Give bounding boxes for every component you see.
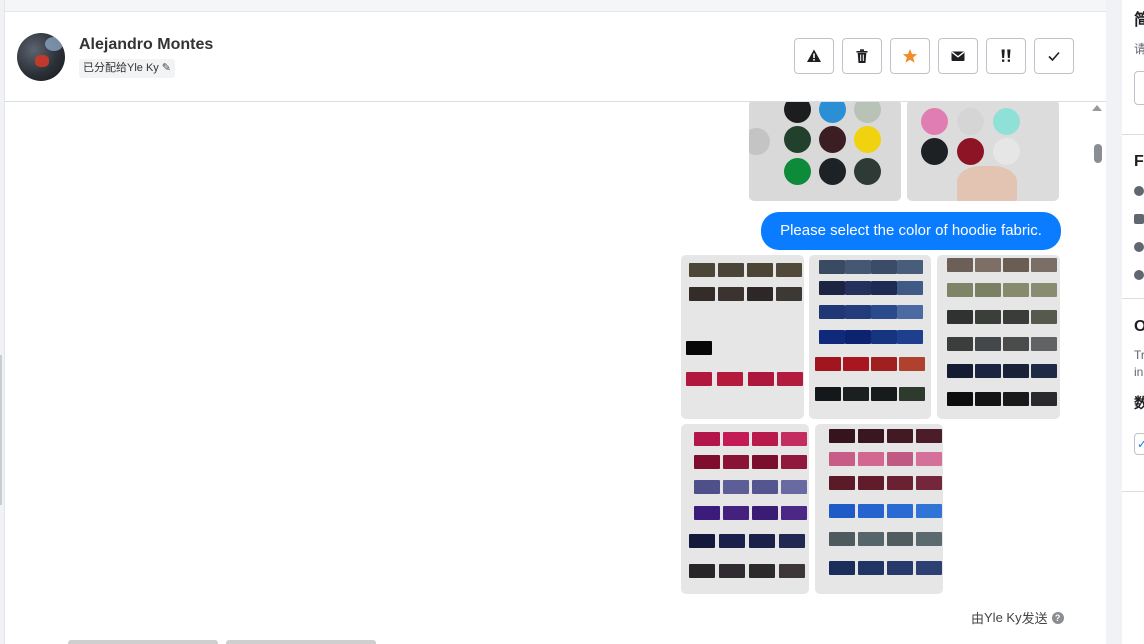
contact-name[interactable]: Alejandro Montes xyxy=(79,36,213,54)
scrollbar-thumb[interactable] xyxy=(1094,144,1102,163)
location-icon xyxy=(1134,242,1144,252)
app-window: Alejandro Montes 已分配给Yle Ky ✎ Please sel… xyxy=(0,0,1144,644)
panel-text-line: in xyxy=(1134,365,1144,379)
check-icon xyxy=(1048,51,1060,62)
panel-separator xyxy=(1122,298,1144,299)
star-icon xyxy=(902,49,918,63)
fabric-swatch-photo[interactable] xyxy=(815,424,943,594)
panel-separator xyxy=(1122,134,1144,135)
assigned-label: 已分配给Yle Ky xyxy=(83,62,159,74)
panel-heading: 简 xyxy=(1134,12,1144,29)
details-panel: 简 请 F O Tr in 数 ✓ xyxy=(1122,0,1144,644)
panel-section-title: F xyxy=(1134,153,1144,170)
fabric-circle-photo[interactable] xyxy=(907,102,1059,201)
panel-input[interactable] xyxy=(1134,71,1144,105)
fabric-swatch-photo[interactable] xyxy=(809,255,931,419)
assigned-badge[interactable]: 已分配给Yle Ky ✎ xyxy=(79,59,176,78)
sent-by-prefix: 由 xyxy=(971,611,985,626)
next-photo-preview[interactable] xyxy=(68,640,218,644)
scroll-up-arrow[interactable] xyxy=(1092,105,1102,111)
avatar[interactable] xyxy=(17,33,65,81)
envelope-icon xyxy=(951,51,965,61)
panel-separator xyxy=(1122,491,1144,492)
priority-button[interactable] xyxy=(986,38,1026,74)
avatar-detail xyxy=(45,37,63,51)
panel-dropdown[interactable]: ✓ xyxy=(1134,433,1144,455)
warning-icon xyxy=(807,49,821,62)
top-band xyxy=(5,0,1106,12)
location-icon xyxy=(1134,270,1144,280)
avatar-detail xyxy=(35,55,49,67)
panel-divider xyxy=(1106,0,1122,644)
sent-by-suffix: 发送 xyxy=(1021,611,1048,626)
fabric-circle-photo[interactable] xyxy=(749,102,901,201)
action-toolbar xyxy=(794,38,1074,74)
conversation-header: Alejandro Montes 已分配给Yle Ky ✎ xyxy=(5,12,1106,102)
message-thread[interactable]: Please select the color of hoodie fabric… xyxy=(5,102,1106,644)
warning-button[interactable] xyxy=(794,38,834,74)
next-photo-preview[interactable] xyxy=(226,640,376,644)
done-button[interactable] xyxy=(1034,38,1074,74)
trash-icon xyxy=(856,49,868,63)
star-button[interactable] xyxy=(890,38,930,74)
panel-hint: 请 xyxy=(1134,42,1144,56)
double-exclamation-icon xyxy=(1001,49,1011,62)
sent-by-name: Yle Ky xyxy=(984,610,1022,625)
sent-by-label: 由 Yle Ky 发送 ? xyxy=(971,608,1064,627)
panel-text-line: Tr xyxy=(1134,348,1144,362)
briefcase-icon xyxy=(1134,214,1144,224)
panel-field-label: 数 xyxy=(1134,395,1144,411)
pencil-icon[interactable]: ✎ xyxy=(162,59,171,78)
delete-button[interactable] xyxy=(842,38,882,74)
fabric-swatch-photo[interactable] xyxy=(681,255,804,419)
email-button[interactable] xyxy=(938,38,978,74)
help-icon[interactable]: ? xyxy=(1051,611,1064,624)
clock-icon xyxy=(1134,186,1144,196)
message-bubble[interactable]: Please select the color of hoodie fabric… xyxy=(761,212,1061,250)
left-edge-marker xyxy=(0,355,2,505)
fabric-swatch-photo[interactable] xyxy=(937,255,1060,419)
panel-section-title: O xyxy=(1134,318,1144,335)
fabric-swatch-photo[interactable] xyxy=(681,424,809,594)
